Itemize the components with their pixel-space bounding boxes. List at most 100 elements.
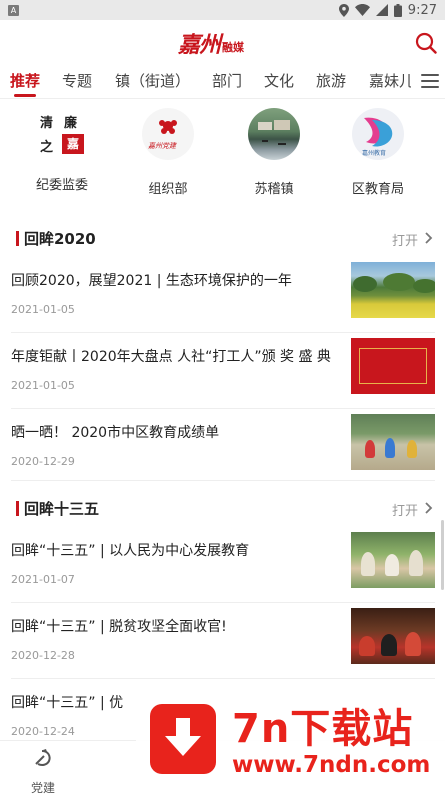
- section-open-link[interactable]: 打开: [392, 500, 418, 519]
- trees-image: [353, 273, 435, 293]
- download-arrow-icon: [165, 718, 201, 756]
- category-sujie[interactable]: 苏稽镇: [228, 108, 320, 197]
- section-header-13th-five-year: 回眸十三五 打开: [0, 494, 445, 524]
- category-label: 区教育局: [351, 182, 404, 197]
- tab-tourism[interactable]: 旅游: [316, 70, 346, 91]
- child-figure: [365, 440, 375, 458]
- news-item[interactable]: 年度钜献丨2020年大盘点 人社“打工人”颁 奖 盛 典 2021-01-05: [0, 338, 445, 416]
- news-separator: [11, 332, 435, 333]
- news-item[interactable]: 回眸“十三五” | 以人民为中心发展教育 2021-01-07: [0, 532, 445, 610]
- battery-icon: [393, 3, 402, 17]
- news-date: 2020-12-28: [11, 649, 75, 662]
- news-date: 2021-01-05: [11, 303, 75, 316]
- category-label: 纪委监委: [35, 178, 88, 193]
- tab-culture[interactable]: 文化: [264, 70, 294, 91]
- wifi-icon: [354, 4, 370, 16]
- tab-towns[interactable]: 镇（街道）: [115, 70, 190, 91]
- red-award-banner[interactable]: [351, 338, 435, 394]
- town-scene-icon: [258, 120, 290, 145]
- section-accent-bar: [16, 231, 19, 246]
- search-icon[interactable]: [415, 32, 437, 54]
- active-tab-indicator: [14, 94, 36, 97]
- section-header-2020: 回眸2020 打开: [0, 224, 445, 254]
- watermark-url: www.7ndn.com: [232, 752, 431, 778]
- person-figure: [359, 636, 375, 656]
- child-figure: [407, 440, 417, 458]
- party-organization-logo-icon: 嘉州党建: [142, 108, 194, 160]
- category-zuzhibu[interactable]: 嘉州党建 组织部: [122, 108, 214, 197]
- news-title[interactable]: 年度钜献丨2020年大盘点 人社“打工人”颁 奖 盛 典: [11, 346, 341, 366]
- kids-tricycle-photo[interactable]: [351, 414, 435, 470]
- clock-time: 9:27: [407, 2, 437, 18]
- news-title[interactable]: 晒一晒！ 2020市中区教育成绩单: [11, 422, 341, 442]
- category-label: 组织部: [148, 182, 188, 197]
- news-title[interactable]: 回眸“十三五” | 脱贫攻坚全面收官!: [11, 616, 341, 636]
- scrollbar[interactable]: [441, 520, 444, 590]
- divider: [0, 98, 445, 99]
- news-separator: [11, 408, 435, 409]
- poverty-meeting-photo[interactable]: [351, 608, 435, 664]
- category-label: 苏稽镇: [254, 182, 294, 197]
- award-banner-frame: [359, 348, 427, 384]
- category-shortcuts: 清 廉 之 嘉 纪委监委 嘉州党建 组织部 苏稽镇 嘉州教育 区教育局: [0, 108, 445, 208]
- person-figure: [405, 632, 421, 656]
- tab-recommend[interactable]: 推荐: [10, 70, 40, 91]
- qinglian-logo-icon: 清 廉 之 嘉: [38, 108, 86, 156]
- icon-char: 廉: [64, 116, 78, 131]
- bottom-nav-label: 党建: [30, 781, 55, 794]
- news-separator: [11, 678, 435, 679]
- channel-tabs: 推荐 专题 镇（街道） 部门 文化 旅游 嘉妹儿: [0, 64, 445, 98]
- child-figure: [361, 552, 375, 576]
- chevron-right-icon[interactable]: [425, 502, 433, 514]
- news-date: 2021-01-05: [11, 379, 75, 392]
- news-separator: [11, 602, 435, 603]
- education-logo-text: 嘉州教育: [362, 150, 387, 157]
- app-logo-text: 嘉州: [178, 32, 221, 58]
- tab-jiameier[interactable]: 嘉妹儿: [369, 70, 414, 91]
- organization-logo-text: 嘉州党建: [148, 142, 176, 150]
- child-figure: [409, 550, 423, 576]
- news-separator: [11, 480, 435, 481]
- section-title: 回眸2020: [24, 230, 96, 248]
- kindergarten-photo[interactable]: [351, 532, 435, 588]
- news-date: 2020-12-24: [11, 725, 75, 738]
- status-bar: A 9:27: [0, 0, 445, 20]
- section-title: 回眸十三五: [24, 500, 100, 518]
- section-open-link[interactable]: 打开: [392, 230, 418, 249]
- rapeseed-field-photo[interactable]: [351, 262, 435, 318]
- chevron-right-icon[interactable]: [425, 232, 433, 244]
- notification-badge-icon: A: [8, 4, 19, 16]
- child-figure: [385, 554, 399, 576]
- organization-emblem-icon: [159, 120, 177, 134]
- category-education-bureau[interactable]: 嘉州教育 区教育局: [332, 108, 424, 197]
- news-date: 2020-12-29: [11, 455, 75, 468]
- icon-char: 之: [40, 140, 54, 155]
- download-logo: [150, 704, 216, 774]
- tab-departments[interactable]: 部门: [212, 70, 242, 91]
- party-emblem-icon: [35, 749, 51, 766]
- signal-icon: [375, 4, 388, 16]
- person-figure: [381, 634, 397, 656]
- watermark-title: 7n下载站: [232, 706, 414, 752]
- icon-char: 嘉: [62, 134, 84, 154]
- category-jiwei[interactable]: 清 廉 之 嘉 纪委监委: [16, 108, 108, 193]
- news-title[interactable]: 回眸“十三五” | 以人民为中心发展教育: [11, 540, 341, 560]
- menu-icon[interactable]: [421, 74, 439, 88]
- app-logo: 嘉州 融媒: [178, 27, 244, 59]
- section-accent-bar: [16, 501, 19, 516]
- town-photo-icon: [248, 108, 300, 160]
- tab-topics[interactable]: 专题: [62, 70, 92, 91]
- news-item[interactable]: 回眸“十三五” | 脱贫攻坚全面收官! 2020-12-28: [0, 608, 445, 686]
- news-title[interactable]: 回顾2020，展望2021 | 生态环境保护的一年: [11, 270, 341, 290]
- bottom-nav-party-building[interactable]: 党建: [20, 747, 66, 794]
- location-icon: [338, 3, 349, 17]
- icon-char: 清: [40, 116, 54, 131]
- site-watermark: 7n下载站 www.7ndn.com: [136, 692, 445, 794]
- news-item[interactable]: 回顾2020，展望2021 | 生态环境保护的一年 2021-01-05: [0, 262, 445, 340]
- news-item[interactable]: 晒一晒！ 2020市中区教育成绩单 2020-12-29: [0, 414, 445, 492]
- app-header: 嘉州 融媒: [0, 20, 445, 64]
- app-logo-subtitle: 融媒: [222, 41, 245, 54]
- education-bureau-logo-icon: 嘉州教育: [352, 108, 404, 160]
- news-date: 2021-01-07: [11, 573, 75, 586]
- child-figure: [385, 438, 395, 458]
